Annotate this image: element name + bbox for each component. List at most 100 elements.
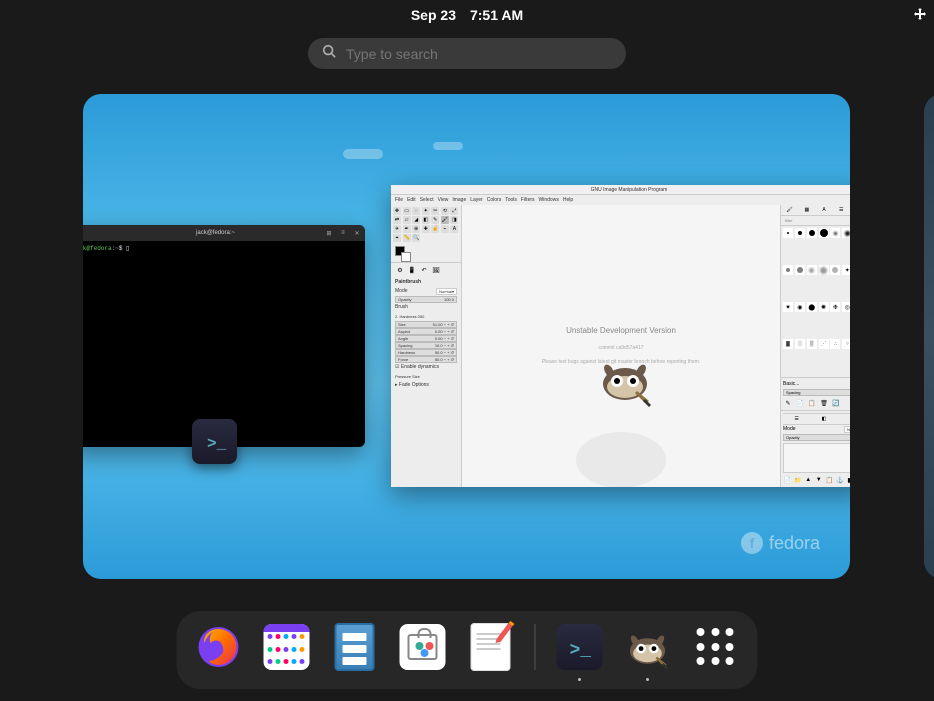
brush-item[interactable]: ❉	[830, 302, 840, 312]
dynamics-checkbox[interactable]: ☑ Enable dynamics	[395, 364, 439, 370]
menu-filters[interactable]: Filters	[521, 197, 535, 203]
aspect-slider[interactable]: Aspect0.00 − + ↺	[395, 328, 457, 335]
brush-item[interactable]	[819, 265, 829, 275]
brush-item[interactable]	[819, 228, 829, 238]
dock-calendar[interactable]	[263, 623, 311, 671]
layer-up-icon[interactable]: ▲	[804, 475, 813, 485]
brush-item[interactable]: ◉	[795, 302, 805, 312]
tool-pencil-icon[interactable]: ✎	[431, 216, 439, 224]
gimp-window-thumbnail[interactable]: GNU Image Manipulation Program File Edit…	[391, 185, 850, 487]
gimp-canvas[interactable]: Unstable Development Version commit ca9d…	[462, 205, 780, 487]
time-label[interactable]: 7:51 AM	[470, 7, 523, 23]
brush-name[interactable]: 2. Hardness 050	[395, 314, 424, 319]
terminal-window-thumbnail[interactable]: ▢ jack@fedora:~ ⊞ ≡ ✕ jack@fedora:~$ ▯	[83, 225, 365, 447]
tool-zoom-icon[interactable]: 🔍	[412, 234, 420, 242]
brush-item[interactable]	[807, 228, 817, 238]
dock-files[interactable]	[331, 623, 379, 671]
brush-item[interactable]	[795, 228, 805, 238]
fade-expander[interactable]: ▸ Fade Options	[395, 382, 429, 388]
brush-item[interactable]: ░	[795, 339, 805, 349]
tab-fonts-icon[interactable]: A	[815, 205, 832, 215]
tool-path-icon[interactable]: ⌁	[441, 225, 449, 233]
brush-item[interactable]	[830, 265, 840, 275]
search-bar[interactable]	[308, 38, 626, 69]
filter-input[interactable]: filter	[785, 218, 793, 223]
brush-item[interactable]: ∴	[830, 339, 840, 349]
brush-dup-icon[interactable]: 📋	[807, 398, 817, 408]
layer-mode-dropdown[interactable]: Normal ▾	[844, 426, 850, 433]
layer-new-icon[interactable]: 📄	[783, 475, 792, 485]
menu-select[interactable]: Select	[420, 197, 434, 203]
brush-refresh-icon[interactable]: 🔄	[831, 398, 841, 408]
tool-move-icon[interactable]: ✥	[393, 207, 401, 215]
tab-images-icon[interactable]: 🖼	[431, 265, 441, 275]
tool-eraser-icon[interactable]: ◨	[450, 216, 458, 224]
brush-item[interactable]: ⁘	[842, 339, 850, 349]
brush-item[interactable]	[807, 265, 817, 275]
network-icon[interactable]	[912, 6, 928, 25]
layer-mask-icon[interactable]: ◧	[846, 475, 850, 485]
layer-opacity-slider[interactable]: Opacity100.0	[783, 434, 850, 441]
brush-item[interactable]	[783, 265, 793, 275]
tab-tool-options-icon[interactable]: ⚙	[395, 265, 405, 275]
workspace-next-peek[interactable]	[924, 94, 934, 579]
brush-item[interactable]: ▓	[783, 339, 793, 349]
menu-file[interactable]: File	[395, 197, 403, 203]
tool-fuzzy-select-icon[interactable]: ✦	[422, 207, 430, 215]
brush-item[interactable]: ✺	[819, 302, 829, 312]
tool-gradient-icon[interactable]: ◧	[422, 216, 430, 224]
size-slider[interactable]: Size51.00 − + ↺	[395, 321, 457, 328]
layer-merge-icon[interactable]: ⚓	[836, 475, 845, 485]
layer-dup-icon[interactable]: 📋	[825, 475, 834, 485]
tool-heal-icon[interactable]: ✚	[422, 225, 430, 233]
brush-item[interactable]: ◎	[842, 302, 850, 312]
menu-icon[interactable]: ⊞	[325, 229, 333, 237]
tab-patterns-icon[interactable]: ▦	[798, 205, 815, 215]
tab-device-icon[interactable]: 📱	[407, 265, 417, 275]
tool-perspective-icon[interactable]: ▱	[403, 216, 411, 224]
brush-item[interactable]: ▒	[807, 339, 817, 349]
layers-list[interactable]	[783, 443, 850, 473]
dock-text-editor[interactable]	[467, 623, 515, 671]
menu-edit[interactable]: Edit	[407, 197, 416, 203]
spacing-slider[interactable]: Spacing10.0 − + ↺	[395, 342, 457, 349]
gimp-color-selector[interactable]	[391, 244, 461, 262]
hardness-slider[interactable]: Hardness50.0 − + ↺	[395, 349, 457, 356]
brush-edit-icon[interactable]: ✎	[783, 398, 793, 408]
tab-brushes-icon[interactable]: 🖌	[781, 205, 798, 215]
tool-smudge-icon[interactable]: ☝	[431, 225, 439, 233]
tab-history-icon[interactable]: ↶	[419, 265, 429, 275]
tool-rect-select-icon[interactable]: ▭	[403, 207, 411, 215]
brush-item[interactable]: ✷	[783, 302, 793, 312]
brush-del-icon[interactable]: 🗑	[819, 398, 829, 408]
close-icon[interactable]: ✕	[353, 229, 361, 237]
brush-item[interactable]	[795, 265, 805, 275]
tool-bucket-icon[interactable]: ◢	[412, 216, 420, 224]
tab-channels-icon[interactable]: ◧	[810, 414, 837, 424]
tool-rotate-icon[interactable]: ⟲	[441, 207, 449, 215]
terminal-body[interactable]: jack@fedora:~$ ▯	[83, 241, 365, 256]
tool-free-select-icon[interactable]: ◌	[412, 207, 420, 215]
force-slider[interactable]: Force50.0 − + ↺	[395, 356, 457, 363]
tool-clone-icon[interactable]: ⊕	[412, 225, 420, 233]
hamburger-icon[interactable]: ≡	[339, 229, 347, 237]
brush-new-icon[interactable]: 📄	[795, 398, 805, 408]
menu-help[interactable]: Help	[563, 197, 573, 203]
brush-item[interactable]: ⬤	[807, 302, 817, 312]
tool-ink-icon[interactable]: ✒	[403, 225, 411, 233]
tab-paths-icon[interactable]: ⌁	[838, 414, 850, 424]
tab-layers-icon[interactable]: ☰	[783, 414, 810, 424]
tool-scale-icon[interactable]: ⤢	[450, 207, 458, 215]
tool-measure-icon[interactable]: 📏	[403, 234, 411, 242]
brush-item[interactable]	[783, 228, 793, 238]
brush-item[interactable]	[842, 228, 850, 238]
workspace-thumbnail[interactable]: ▢ jack@fedora:~ ⊞ ≡ ✕ jack@fedora:~$ ▯ >…	[83, 94, 850, 579]
mode-dropdown[interactable]: Normal ▾	[436, 288, 457, 295]
menu-view[interactable]: View	[438, 197, 449, 203]
tool-crop-icon[interactable]: ✂	[431, 207, 439, 215]
angle-slider[interactable]: Angle0.00 − + ↺	[395, 335, 457, 342]
tool-text-icon[interactable]: A	[450, 225, 458, 233]
menu-layer[interactable]: Layer	[470, 197, 483, 203]
layer-down-icon[interactable]: ▼	[815, 475, 824, 485]
menu-colors[interactable]: Colors	[487, 197, 501, 203]
